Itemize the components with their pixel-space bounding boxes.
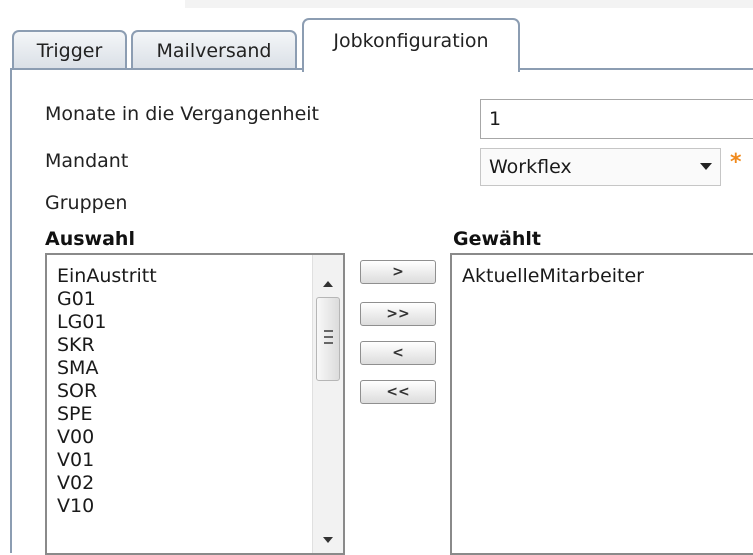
- selected-list[interactable]: AktuelleMitarbeiter: [450, 253, 753, 555]
- remove-all-button[interactable]: <<: [360, 380, 436, 404]
- client-label: Mandant: [45, 150, 129, 172]
- list-scrollbar[interactable]: [312, 255, 343, 553]
- list-item[interactable]: SPE: [47, 403, 157, 426]
- groups-label: Gruppen: [45, 192, 128, 214]
- add-button[interactable]: >: [360, 260, 436, 284]
- list-item[interactable]: AktuelleMitarbeiter: [452, 265, 644, 288]
- list-item[interactable]: V10: [47, 495, 157, 518]
- required-marker: *: [730, 150, 742, 175]
- list-item[interactable]: G01: [47, 288, 157, 311]
- list-item[interactable]: V01: [47, 449, 157, 472]
- scroll-thumb[interactable]: [316, 297, 340, 381]
- scroll-up-icon[interactable]: [323, 281, 333, 287]
- list-item[interactable]: SKR: [47, 334, 157, 357]
- list-item[interactable]: V00: [47, 426, 157, 449]
- list-item[interactable]: LG01: [47, 311, 157, 334]
- selected-items: AktuelleMitarbeiter: [452, 265, 644, 288]
- list-item[interactable]: SMA: [47, 357, 157, 380]
- list-item[interactable]: EinAustritt: [47, 265, 157, 288]
- available-list[interactable]: EinAustritt G01 LG01 SKR SMA SOR SPE V00…: [45, 253, 345, 555]
- available-items: EinAustritt G01 LG01 SKR SMA SOR SPE V00…: [47, 265, 157, 518]
- tab-bar: Trigger Mailversand Jobkonfiguration: [0, 0, 753, 72]
- remove-button[interactable]: <: [360, 341, 436, 365]
- list-item[interactable]: SOR: [47, 380, 157, 403]
- tab-jobkonfiguration[interactable]: Jobkonfiguration: [302, 18, 520, 72]
- scroll-down-icon[interactable]: [323, 537, 333, 543]
- months-input[interactable]: 1: [480, 99, 753, 139]
- tab-mailversand[interactable]: Mailversand: [131, 30, 297, 70]
- chevron-down-icon: [700, 163, 712, 170]
- available-heading: Auswahl: [45, 228, 135, 250]
- grip-line-icon: [324, 342, 333, 344]
- tab-trigger[interactable]: Trigger: [12, 30, 127, 70]
- selected-heading: Gewählt: [453, 228, 541, 250]
- add-all-button[interactable]: >>: [360, 302, 436, 326]
- client-select[interactable]: Workflex: [480, 148, 721, 186]
- client-select-value: Workflex: [489, 156, 572, 178]
- grip-line-icon: [324, 330, 333, 332]
- months-label: Monate in die Vergangenheit: [45, 103, 319, 125]
- list-item[interactable]: V02: [47, 472, 157, 495]
- grip-line-icon: [324, 336, 333, 338]
